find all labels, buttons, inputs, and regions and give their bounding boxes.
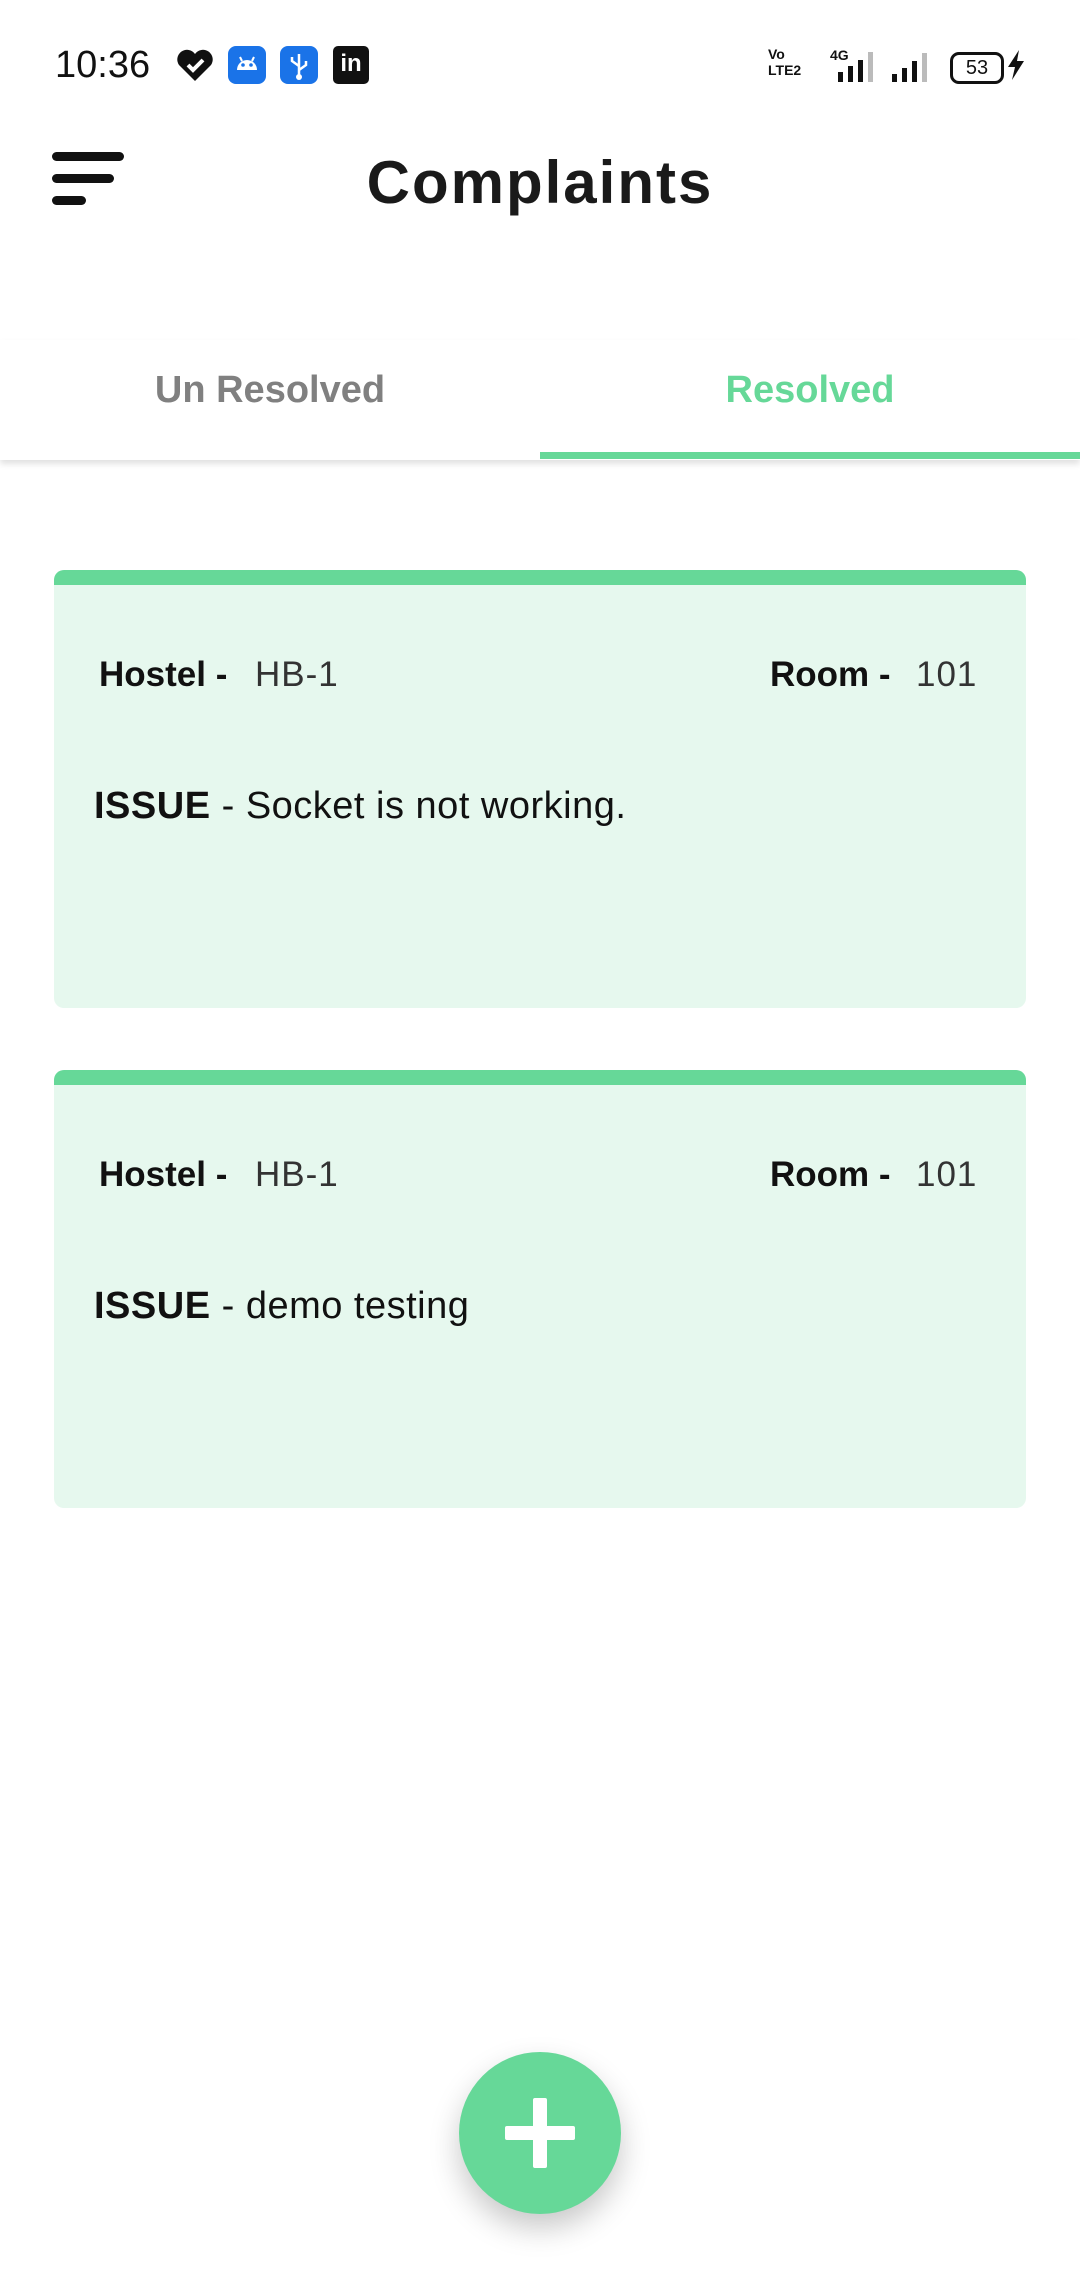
page-title: Complaints xyxy=(366,149,714,216)
complaint-card[interactable]: Hostel - HB-1 Room - 101 ISSUE - demo te… xyxy=(54,1070,1026,1508)
issue-label: ISSUE xyxy=(94,1285,211,1327)
status-time: 10:36 xyxy=(55,44,151,86)
issue-line: ISSUE - demo testing xyxy=(94,1285,469,1328)
issue-text: - demo testing xyxy=(210,1285,470,1327)
card-accent-bar xyxy=(54,1070,1026,1085)
status-bar: 10:36 in Vo LTE2 4G 53 xyxy=(0,0,1080,130)
heart-check-icon xyxy=(175,46,215,84)
linkedin-icon: in xyxy=(333,46,369,84)
room-value: 101 xyxy=(916,655,978,694)
room-value: 101 xyxy=(916,1155,978,1194)
hostel-value: HB-1 xyxy=(255,655,339,694)
hostel-label: Hostel - xyxy=(99,1155,228,1194)
issue-line: ISSUE - Socket is not working. xyxy=(94,785,626,828)
network-type: 4G xyxy=(830,47,849,63)
room-label: Room - xyxy=(770,655,891,694)
tab-unresolved[interactable]: Un Resolved xyxy=(0,340,540,460)
battery-icon: 53 xyxy=(950,52,1004,84)
charging-bolt-icon xyxy=(1005,46,1027,84)
volte-icon: Vo LTE2 xyxy=(768,46,802,78)
hostel-value: HB-1 xyxy=(255,1155,339,1194)
card-accent-bar xyxy=(54,570,1026,585)
tab-resolved[interactable]: Resolved xyxy=(540,340,1080,460)
hostel-label: Hostel - xyxy=(99,655,228,694)
issue-label: ISSUE xyxy=(94,785,211,827)
issue-text: - Socket is not working. xyxy=(210,785,627,827)
tab-selected-indicator xyxy=(540,452,1080,459)
complaint-card[interactable]: Hostel - HB-1 Room - 101 ISSUE - Socket … xyxy=(54,570,1026,1008)
usb-icon xyxy=(280,46,318,84)
room-label: Room - xyxy=(770,1155,891,1194)
add-complaint-button[interactable] xyxy=(459,2052,621,2214)
android-icon xyxy=(228,46,266,84)
signal-icon xyxy=(888,46,934,84)
tab-bar: Un Resolved Resolved xyxy=(0,340,1080,460)
signal-4g-icon: 4G xyxy=(820,46,878,84)
